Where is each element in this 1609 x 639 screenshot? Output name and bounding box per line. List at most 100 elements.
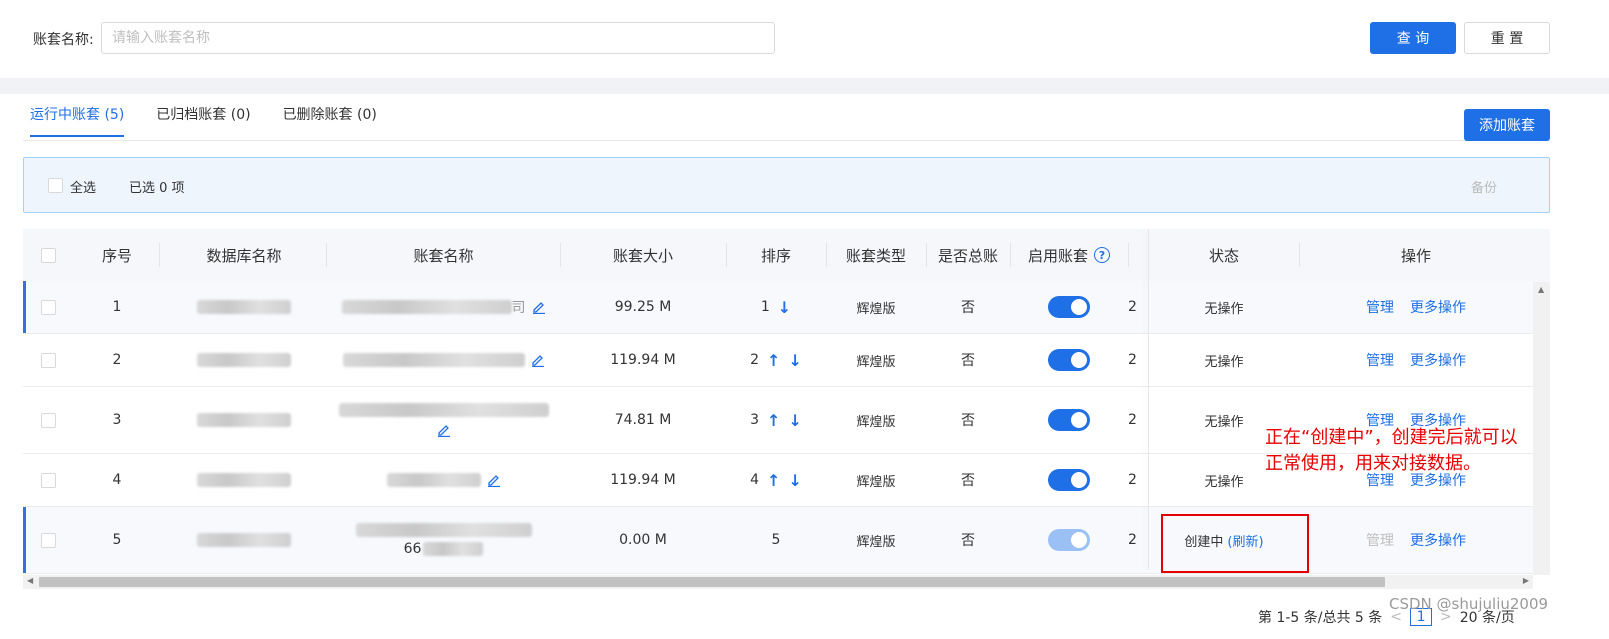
- selection-bar: 全选 已选 0 项 备份: [23, 157, 1550, 213]
- col-is-master: 是否总账: [937, 246, 998, 265]
- row-name-suffix: 司: [511, 300, 526, 316]
- pagination-summary: 第 1-5 条/总共 5 条: [1258, 610, 1383, 626]
- move-down-icon[interactable]: ↓: [788, 411, 801, 430]
- edit-icon[interactable]: [531, 353, 545, 367]
- row-clipped-cell: 2: [1128, 352, 1137, 368]
- row-type: 辉煌版: [856, 534, 896, 550]
- row-order: 3 ↑ ↓: [726, 387, 826, 453]
- row-status: 无操作: [1204, 354, 1244, 370]
- col-index: 序号: [101, 246, 132, 265]
- vertical-scrollbar[interactable]: ▲: [1533, 282, 1550, 575]
- row-order-value: 4: [750, 472, 760, 488]
- row-name: 司: [327, 281, 560, 333]
- account-set-table: 序号 数据库名称 账套名称 账套大小 排序 账套类型 是否总账 启用账套 ? 状…: [23, 229, 1550, 591]
- row-index: 1: [112, 299, 122, 315]
- enable-toggle[interactable]: [1048, 409, 1090, 431]
- row-order-value: 2: [750, 352, 760, 368]
- col-actions: 操作: [1400, 246, 1431, 265]
- enable-toggle[interactable]: [1048, 296, 1090, 318]
- row-type: 辉煌版: [856, 474, 896, 490]
- horizontal-scrollbar[interactable]: ◀ ▶: [23, 575, 1533, 589]
- manage-link[interactable]: 管理: [1366, 297, 1394, 317]
- row-db-name: [161, 507, 327, 573]
- edit-icon[interactable]: [487, 473, 501, 487]
- move-up-icon[interactable]: ↑: [767, 411, 780, 430]
- row-order-value: 3: [750, 412, 760, 428]
- move-down-icon[interactable]: ↓: [778, 298, 791, 317]
- row-db-name: [161, 454, 327, 506]
- move-up-icon[interactable]: ↑: [767, 351, 780, 370]
- row-checkbox[interactable]: [40, 352, 56, 368]
- enable-toggle[interactable]: [1048, 469, 1090, 491]
- fixed-column-shadow: [1148, 229, 1149, 569]
- header-checkbox[interactable]: [40, 247, 56, 263]
- select-all-checkbox[interactable]: [48, 178, 63, 193]
- row-index: 3: [112, 412, 122, 428]
- table-row: 5 66 0.00 M 5 辉煌版 否 2 创建中 (刷新) 管理 更多操作: [23, 507, 1550, 574]
- row-checkbox[interactable]: [40, 299, 56, 315]
- more-actions-link[interactable]: 更多操作: [1410, 350, 1466, 370]
- col-enabled-label: 启用账套: [1027, 246, 1088, 265]
- edit-icon[interactable]: [437, 423, 451, 437]
- row-type: 辉煌版: [856, 414, 896, 430]
- reset-button[interactable]: 重 置: [1464, 22, 1550, 54]
- move-up-icon[interactable]: ↑: [767, 471, 780, 490]
- annotation-highlight-box: [1161, 514, 1309, 573]
- col-type: 账套类型: [845, 246, 906, 265]
- move-down-icon[interactable]: ↓: [788, 351, 801, 370]
- manage-link[interactable]: 管理: [1366, 350, 1394, 370]
- row-clipped-cell: 2: [1128, 412, 1137, 428]
- row-name: 66: [327, 507, 560, 573]
- search-panel: 账套名称: 查 询 重 置: [0, 0, 1609, 78]
- row-is-master: 否: [961, 473, 975, 489]
- move-down-icon[interactable]: ↓: [788, 471, 801, 490]
- enable-toggle[interactable]: [1048, 349, 1090, 371]
- row-actions: 管理 更多操作: [1299, 507, 1533, 573]
- row-clipped-cell: 2: [1128, 532, 1137, 548]
- horizontal-scroll-thumb[interactable]: [39, 577, 1385, 587]
- row-db-name: [161, 281, 327, 333]
- row-order: 2 ↑ ↓: [726, 334, 826, 386]
- row-size: 119.94 M: [610, 352, 676, 368]
- row-db-name: [161, 334, 327, 386]
- scroll-up-icon[interactable]: ▲: [1538, 285, 1544, 294]
- table-row: 1 司 99.25 M 1 ↓ 辉煌版 否 2 无操作 管理 更多操作: [23, 281, 1550, 334]
- query-button[interactable]: 查 询: [1370, 22, 1456, 54]
- row-index: 5: [112, 532, 122, 548]
- row-actions: 管理 更多操作: [1299, 334, 1533, 386]
- row-name: [327, 387, 560, 453]
- row-enabled: [1010, 454, 1128, 506]
- row-checkbox[interactable]: [40, 472, 56, 488]
- edit-icon[interactable]: [532, 300, 546, 314]
- col-size: 账套大小: [612, 246, 673, 265]
- row-checkbox[interactable]: [40, 412, 56, 428]
- row-is-master: 否: [961, 413, 975, 429]
- backup-button[interactable]: 备份: [1471, 177, 1497, 196]
- search-input[interactable]: [101, 22, 775, 54]
- col-order: 排序: [760, 246, 791, 265]
- search-label: 账套名称:: [33, 32, 94, 48]
- help-icon[interactable]: ?: [1094, 247, 1110, 263]
- more-actions-link[interactable]: 更多操作: [1410, 297, 1466, 317]
- select-all-label[interactable]: 全选: [70, 177, 96, 196]
- enable-toggle: [1048, 529, 1090, 551]
- row-actions: 管理 更多操作: [1299, 281, 1533, 333]
- tab-deleted[interactable]: 已删除账套 (0): [283, 104, 377, 137]
- watermark: CSDN @shujuliu2009: [1389, 595, 1549, 613]
- row-size: 99.25 M: [614, 299, 672, 315]
- scroll-right-icon[interactable]: ▶: [1523, 576, 1529, 585]
- more-actions-link[interactable]: 更多操作: [1410, 530, 1466, 550]
- scroll-left-icon[interactable]: ◀: [27, 576, 33, 585]
- row-type: 辉煌版: [856, 301, 896, 317]
- tab-running[interactable]: 运行中账套 (5): [30, 104, 125, 137]
- row-checkbox[interactable]: [40, 532, 56, 548]
- tabs-divider: [23, 140, 1550, 141]
- tab-archived[interactable]: 已归档账套 (0): [156, 104, 250, 137]
- annotation-note: 正在“创建中”，创建完后就可以正常使用，用来对接数据。: [1265, 427, 1518, 474]
- add-account-set-button[interactable]: 添加账套: [1464, 109, 1550, 141]
- header-checkbox-cell[interactable]: [23, 229, 73, 281]
- row-is-master: 否: [961, 300, 975, 316]
- row-enabled: [1010, 334, 1128, 386]
- row-type: 辉煌版: [856, 354, 896, 370]
- row-enabled: [1010, 387, 1128, 453]
